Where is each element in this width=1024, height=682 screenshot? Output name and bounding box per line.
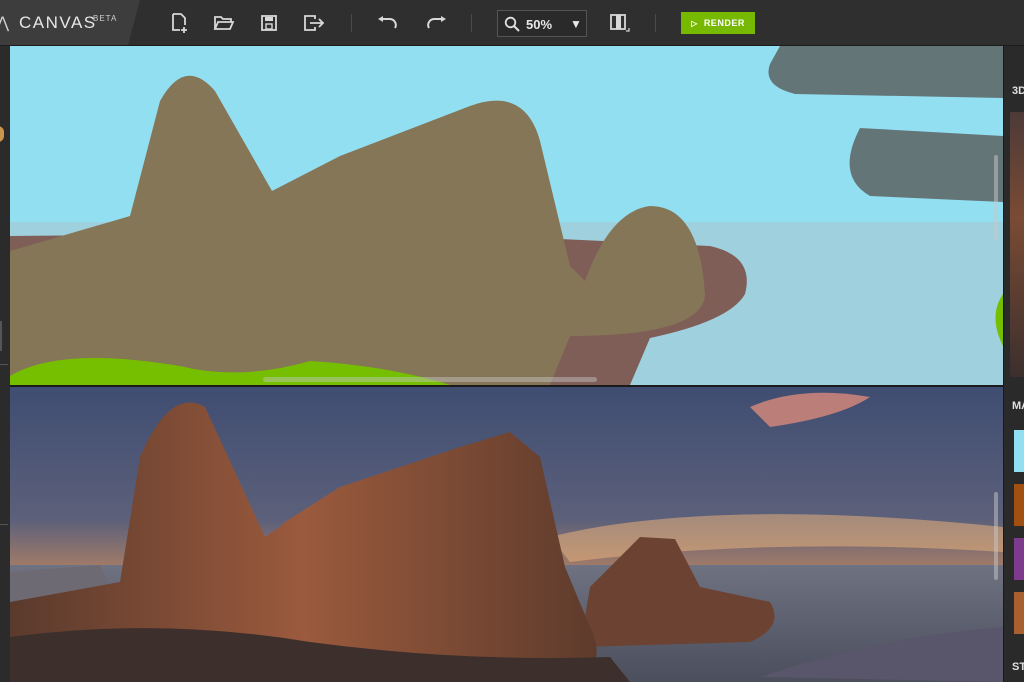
- right-panel: 3D MA ST: [1003, 46, 1024, 682]
- tools-panel: [0, 46, 10, 682]
- section-header-3d: 3D: [1012, 85, 1024, 97]
- new-file-icon: [172, 13, 187, 33]
- render-label: RENDER: [703, 18, 745, 28]
- compare-view-button[interactable]: [606, 10, 632, 36]
- panel-divider: [0, 524, 8, 525]
- canvas-horizontal-scrollbar[interactable]: [263, 377, 597, 382]
- section-header-styles: ST: [1012, 661, 1024, 673]
- cloud-region: [849, 128, 1003, 202]
- caret-down-icon: ▼: [570, 17, 582, 31]
- painting-canvas[interactable]: [10, 46, 1003, 385]
- render-button[interactable]: ▷ RENDER: [681, 12, 755, 34]
- toolbar-separator: [471, 14, 472, 32]
- toolbar-separator: [655, 14, 656, 32]
- logo-mark-icon: ⋀: [0, 15, 10, 32]
- magnifier-icon: [504, 16, 520, 32]
- zoom-value: 50%: [526, 17, 553, 32]
- cloud-region: [768, 46, 1003, 98]
- material-swatch-sky[interactable]: [1014, 430, 1024, 472]
- beta-badge: BETA: [93, 14, 118, 23]
- panel-divider: [0, 321, 2, 351]
- open-folder-icon: [213, 16, 235, 30]
- export-icon: [304, 15, 325, 31]
- material-swatch-rock[interactable]: [1014, 592, 1024, 634]
- canvas-vertical-scrollbar[interactable]: [994, 155, 998, 240]
- save-button[interactable]: [256, 10, 282, 36]
- compare-icon: [610, 14, 630, 32]
- section-header-materials: MA: [1012, 400, 1024, 412]
- style-thumbnail[interactable]: [1010, 112, 1024, 377]
- material-swatch-flower[interactable]: [1014, 538, 1024, 580]
- rendered-landscape: [10, 387, 1003, 682]
- new-file-button[interactable]: [166, 10, 192, 36]
- save-icon: [261, 15, 277, 31]
- undo-icon: [378, 16, 397, 29]
- material-swatch-dirt[interactable]: [1014, 484, 1024, 526]
- app-title: CANVAS: [19, 13, 97, 32]
- export-button[interactable]: [301, 10, 327, 36]
- brush-color-indicator[interactable]: [0, 126, 4, 142]
- panel-divider: [0, 364, 8, 365]
- result-vertical-scrollbar[interactable]: [994, 492, 998, 580]
- rendered-image: [10, 387, 1003, 682]
- open-button[interactable]: [211, 10, 237, 36]
- top-toolbar: ⋀ CANVAS BETA 50% ▼ ▷ RENDER: [0, 0, 1024, 46]
- zoom-dropdown[interactable]: 50% ▼: [497, 10, 587, 37]
- toolbar-separator: [351, 14, 352, 32]
- redo-button[interactable]: [424, 10, 450, 36]
- undo-button[interactable]: [374, 10, 400, 36]
- redo-icon: [427, 16, 446, 29]
- play-icon: ▷: [691, 18, 698, 28]
- segmentation-map: [10, 46, 1003, 385]
